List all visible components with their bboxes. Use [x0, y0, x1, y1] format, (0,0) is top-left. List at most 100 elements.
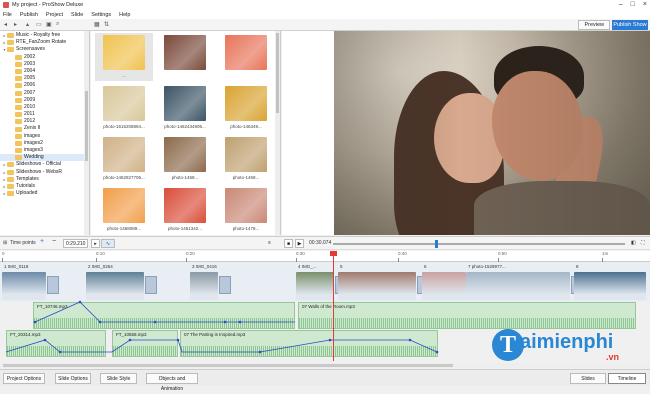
step-icon[interactable]: ▸ — [91, 239, 100, 248]
folder-item[interactable]: 2005 — [0, 75, 89, 82]
slide-options-button[interactable]: Slide Options — [55, 373, 91, 384]
view-mode-icon[interactable]: ▦ — [94, 21, 100, 28]
folder-item[interactable]: Wedding — [0, 154, 89, 162]
folder-icon — [15, 90, 22, 96]
folder-item[interactable]: 2002 — [0, 54, 89, 61]
thumbnail-image — [225, 35, 267, 70]
folder-item[interactable]: ▸ Music - Royalty free — [0, 32, 89, 39]
folder-item[interactable]: 2011 — [0, 111, 89, 118]
folder-item[interactable]: ▸ Slideshows - WebsR — [0, 169, 89, 176]
timeline-tab[interactable]: Timeline — [608, 373, 646, 384]
fullscreen-icon[interactable]: ⛶ — [641, 240, 645, 246]
file-thumbnail[interactable]: photo-1462434906... — [156, 84, 214, 132]
add-point-icon[interactable]: + — [40, 238, 44, 245]
slide-clip[interactable]: 8 — [574, 264, 646, 300]
folder-item[interactable]: images2 — [0, 140, 89, 147]
files-scroll-thumb[interactable] — [276, 33, 279, 113]
menu-publish[interactable]: Publish — [20, 12, 38, 18]
timeline-scroll-thumb[interactable] — [3, 364, 453, 367]
slide-clip[interactable]: 1 IMG_0118 — [2, 264, 46, 300]
folder-item[interactable]: 2007 — [0, 90, 89, 97]
sort-icon[interactable]: ⇅ — [104, 21, 109, 28]
folder-item[interactable]: 2003 — [0, 61, 89, 68]
folder-item[interactable]: images — [0, 133, 89, 140]
slide-clip[interactable]: 2 IMG_0264 — [86, 264, 144, 300]
tree-scrollbar[interactable] — [84, 31, 89, 235]
folder-item[interactable]: ▸ Tutorials — [0, 183, 89, 190]
disk-icon[interactable]: ▣ — [46, 21, 52, 28]
slide-clip[interactable]: 6 — [422, 264, 466, 300]
close-icon[interactable]: × — [643, 1, 647, 8]
project-options-button[interactable]: Project Options — [3, 373, 45, 384]
folder-item[interactable]: ▾ Screensaves — [0, 46, 89, 53]
slide-clip[interactable]: 4 IMG_... — [296, 264, 334, 300]
folder-item[interactable]: ▸ Slideshows - Official — [0, 161, 89, 168]
transition-icon[interactable] — [145, 276, 157, 294]
folder-item[interactable]: ▸ Uploaded — [0, 190, 89, 197]
file-thumbnail[interactable]: ... — [95, 33, 153, 81]
preview-label: Preview — [584, 22, 604, 28]
back-icon[interactable]: ◂ — [4, 21, 7, 28]
slide-style-button[interactable]: Slide Style — [100, 373, 137, 384]
play-icon[interactable]: ▶ — [295, 239, 304, 248]
folder-up-icon[interactable]: ▴ — [26, 21, 29, 28]
folder-item[interactable]: images3 — [0, 147, 89, 154]
menu-slide[interactable]: Slide — [71, 12, 83, 18]
folder-label: 2012 — [24, 118, 36, 125]
slide-clip[interactable]: 3 IMG_0416 — [190, 264, 218, 300]
folder-label: Zenix II — [24, 125, 41, 132]
folder-item[interactable]: 2006 — [0, 82, 89, 89]
playhead-handle[interactable] — [330, 251, 337, 256]
folder-item[interactable]: 2004 — [0, 68, 89, 75]
desktop-icon[interactable]: ▭ — [36, 21, 42, 28]
file-thumbnail[interactable] — [217, 33, 275, 81]
file-thumbnail[interactable]: photo-146349... — [217, 84, 275, 132]
file-thumbnail[interactable]: photo-1461342... — [156, 186, 214, 234]
slide-clip[interactable]: 5 — [338, 264, 416, 300]
stop-icon[interactable]: ■ — [284, 239, 293, 248]
file-thumbnail[interactable]: photo-1515208894... — [95, 84, 153, 132]
file-thumbnail[interactable] — [156, 33, 214, 81]
file-thumbnail[interactable]: photo-1468... — [156, 135, 214, 183]
folder-item[interactable]: ▸ RTE_FanZoom Rotate — [0, 39, 89, 46]
position-field[interactable]: 0:29.210 — [63, 239, 88, 248]
forward-icon[interactable]: ▸ — [14, 21, 17, 28]
file-thumbnail[interactable]: photo-1468... — [217, 135, 275, 183]
folder-item[interactable]: Zenix II — [0, 125, 89, 132]
slide-clip[interactable]: 7 photo-1529977... — [466, 264, 570, 300]
transition-icon[interactable] — [47, 276, 59, 294]
files-scrollbar[interactable] — [275, 31, 280, 235]
transition-icon[interactable] — [219, 276, 231, 294]
menu-project[interactable]: Project — [46, 12, 63, 18]
slide-label: 7 photo-1529977... — [468, 264, 506, 269]
minimize-icon[interactable]: – — [619, 1, 623, 8]
folder-item[interactable]: 2010 — [0, 104, 89, 111]
slides-tab-label: Slides — [581, 376, 595, 382]
seek-track[interactable] — [333, 243, 625, 245]
list-icon[interactable]: ≡ — [268, 240, 271, 246]
file-thumbnail[interactable]: photo-1468089... — [95, 186, 153, 234]
remove-point-icon[interactable]: − — [52, 238, 56, 245]
seek-handle[interactable] — [435, 240, 438, 248]
thumbnail-image — [103, 86, 145, 121]
menu-file[interactable]: File — [3, 12, 12, 18]
slides-tab[interactable]: Slides — [570, 373, 606, 384]
timeline-ruler[interactable]: 0 0:10 0:20 0:30 0:40 0:50 1m — [0, 251, 650, 262]
file-thumbnail[interactable]: photo-1462827706... — [95, 135, 153, 183]
menu-settings[interactable]: Settings — [91, 12, 111, 18]
objects-animation-button[interactable]: Objects and Animation — [146, 373, 198, 392]
publish-show-button[interactable]: Publish Show — [612, 20, 648, 30]
folder-icon — [15, 112, 22, 118]
tree-scroll-thumb[interactable] — [85, 91, 88, 161]
menu-help[interactable]: Help — [119, 12, 130, 18]
wave-toggle-icon[interactable]: ∿ — [101, 239, 115, 248]
search-icon[interactable]: ⌕ — [56, 21, 59, 28]
playhead[interactable] — [333, 251, 334, 361]
folder-item[interactable]: 2009 — [0, 97, 89, 104]
folder-item[interactable]: 2012 — [0, 118, 89, 125]
folder-item[interactable]: ▸ Templates — [0, 176, 89, 183]
maximize-icon[interactable]: □ — [631, 1, 635, 8]
volume-icon[interactable]: ◧ — [631, 240, 636, 246]
file-thumbnail[interactable]: photo-1478... — [217, 186, 275, 234]
preview-button[interactable]: Preview — [578, 20, 610, 30]
